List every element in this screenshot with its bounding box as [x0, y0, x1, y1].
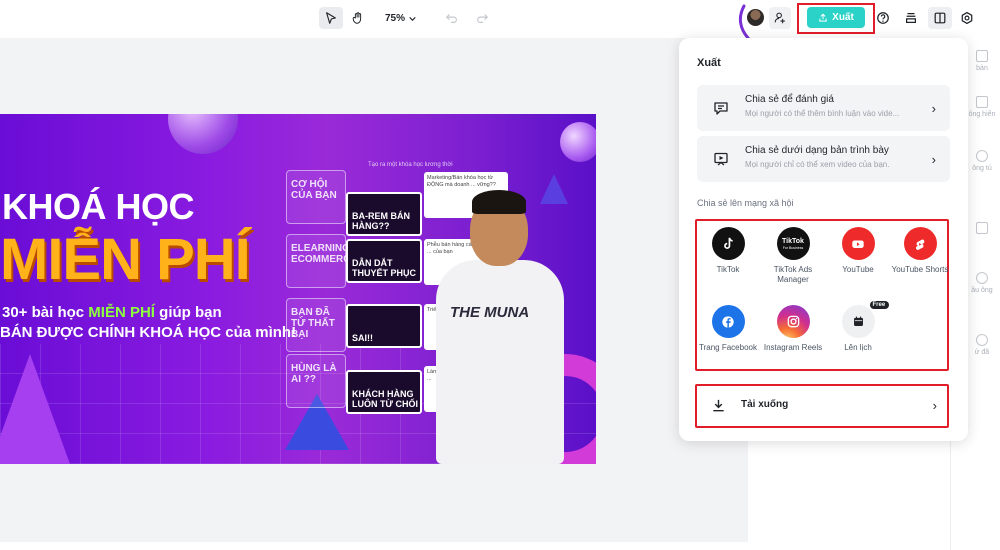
share-youtube-shorts[interactable]: YouTube Shorts — [889, 227, 951, 275]
settings-button[interactable] — [958, 7, 976, 29]
share-as-presentation-button[interactable]: Chia sẻ dưới dạng bản trình bày Mọi ngườ… — [697, 136, 950, 182]
select-tool-button[interactable] — [319, 7, 343, 29]
schedule-post[interactable]: Free Lên lịch — [827, 301, 890, 353]
schedule-label: Lên lịch — [844, 343, 872, 352]
banner-subtitle-line2: BÁN ĐƯỢC CHÍNH KHOÁ HỌC của mình! — [0, 324, 297, 341]
image-icon — [976, 96, 988, 108]
zoom-level: 75% — [384, 12, 405, 24]
panel-title: Xuất — [697, 57, 721, 69]
banner-orb — [560, 122, 596, 162]
banner-top-label: Tạo ra một khóa học lương thời — [368, 162, 453, 168]
cursor-icon — [326, 12, 336, 24]
sidebar-panel-icon — [934, 12, 946, 24]
share-for-review-button[interactable]: Chia sẻ để đánh giá Mọi người có thể thê… — [697, 85, 950, 131]
banner-card: DẪN DẮT THUYẾT PHỤC — [346, 239, 422, 283]
hand-icon — [352, 12, 362, 24]
presentation-icon — [714, 152, 728, 166]
banner-orb — [168, 114, 238, 154]
social-share-label: Chia sẻ lên mạng xã hội — [697, 198, 794, 208]
youtube-shorts-label: YouTube Shorts — [891, 265, 949, 274]
chevron-right-icon: › — [931, 152, 936, 167]
banner-title-line1: KHOÁ HỌC — [2, 186, 195, 227]
upload-icon — [819, 13, 827, 22]
tiktok-business-icon: TikTok For Business — [776, 227, 810, 260]
hand-tool-button[interactable] — [347, 7, 369, 29]
share-facebook-page[interactable]: Trang Facebook — [697, 305, 759, 353]
rail-item[interactable]: ông hiển — [967, 96, 997, 119]
chevron-down-icon — [409, 16, 416, 21]
chevron-right-icon: › — [932, 398, 937, 413]
redo-icon — [477, 14, 489, 23]
rail-item[interactable]: ử đã — [967, 334, 997, 357]
banner-presenter: THE MUNA — [430, 184, 570, 464]
redo-button[interactable] — [472, 7, 492, 29]
history-icon — [976, 334, 988, 346]
banner-image[interactable]: Tạo ra một khóa học lương thời CƠ HỘI CỦ… — [0, 114, 596, 464]
share-present-desc: Mọi người chỉ có thể xem video của bạn. — [745, 160, 890, 169]
banner-card: BA-REM BÁN HÀNG?? — [346, 192, 422, 236]
comment-icon — [714, 102, 728, 115]
export-label: Xuất — [832, 12, 854, 23]
stack-button[interactable] — [901, 7, 921, 29]
tiktok-icon — [711, 227, 745, 260]
export-panel: Xuất Chia sẻ để đánh giá Mọi người có th… — [679, 38, 968, 441]
panel-toggle-button[interactable] — [928, 7, 952, 29]
export-button[interactable]: Xuất — [807, 7, 865, 28]
undo-button[interactable] — [442, 7, 462, 29]
layers-icon — [906, 13, 916, 23]
music-icon — [976, 222, 988, 234]
facebook-label: Trang Facebook — [699, 343, 757, 352]
share-instagram-reels[interactable]: Instagram Reels — [762, 305, 824, 353]
rail-item[interactable]: ầu ông — [967, 272, 997, 295]
download-button[interactable]: Tải xuống › — [695, 384, 949, 428]
youtube-icon — [841, 227, 875, 260]
instagram-icon — [776, 305, 810, 338]
banner-subtitle-line1: 30+ bài học MIỄN PHÍ giúp bạn — [2, 304, 222, 321]
share-youtube[interactable]: YouTube — [827, 227, 889, 275]
rail-item[interactable] — [967, 222, 997, 236]
tiktok-ads-label: TikTok Ads Manager — [773, 265, 813, 284]
share-tiktok[interactable]: TikTok — [697, 227, 759, 275]
gear-icon — [961, 11, 973, 25]
chevron-right-icon: › — [931, 101, 936, 116]
share-review-title: Chia sẻ để đánh giá — [745, 94, 834, 105]
speed-icon — [976, 272, 988, 284]
grid-icon — [976, 50, 988, 62]
youtube-label: YouTube — [842, 265, 874, 274]
free-badge: Free — [869, 301, 890, 309]
banner-pyramid — [0, 354, 70, 464]
share-tiktok-ads[interactable]: TikTok For Business TikTok Ads Manager — [762, 227, 824, 285]
rail-item[interactable]: bản — [967, 50, 997, 73]
magic-icon — [976, 150, 988, 162]
download-icon — [713, 399, 724, 412]
facebook-icon — [711, 305, 745, 338]
banner-tab: HÙNG LÀ AI ?? — [286, 354, 346, 408]
instagram-label: Instagram Reels — [763, 343, 823, 352]
banner-tab: CƠ HỘI CỦA BẠN — [286, 170, 346, 224]
social-share-highlight: TikTok TikTok For Business TikTok Ads Ma… — [695, 219, 949, 371]
banner-card: KHÁCH HÀNG LUÔN TỪ CHỐI — [346, 370, 422, 414]
zoom-dropdown[interactable]: 75% — [380, 7, 422, 29]
banner-title-line2: MIỄN PHÍ — [0, 227, 251, 292]
banner-card: SAI!! — [346, 304, 422, 348]
youtube-shorts-icon — [903, 227, 937, 260]
download-label: Tải xuống — [741, 399, 789, 410]
top-toolbar: 75% Xuất — [0, 0, 1000, 71]
shirt-logo: THE MUNA — [450, 304, 530, 321]
tiktok-label: TikTok — [716, 265, 740, 274]
help-icon — [877, 12, 889, 24]
help-button[interactable] — [874, 7, 892, 29]
share-review-desc: Mọi người có thể thêm bình luận vào vide… — [745, 109, 900, 118]
calendar-icon: Free — [841, 301, 890, 338]
share-present-title: Chia sẻ dưới dạng bản trình bày — [745, 145, 889, 156]
undo-icon — [445, 14, 457, 23]
rail-item[interactable]: ông tú — [967, 150, 997, 173]
banner-tab: ELEARNING ECOMMERC — [286, 234, 350, 288]
